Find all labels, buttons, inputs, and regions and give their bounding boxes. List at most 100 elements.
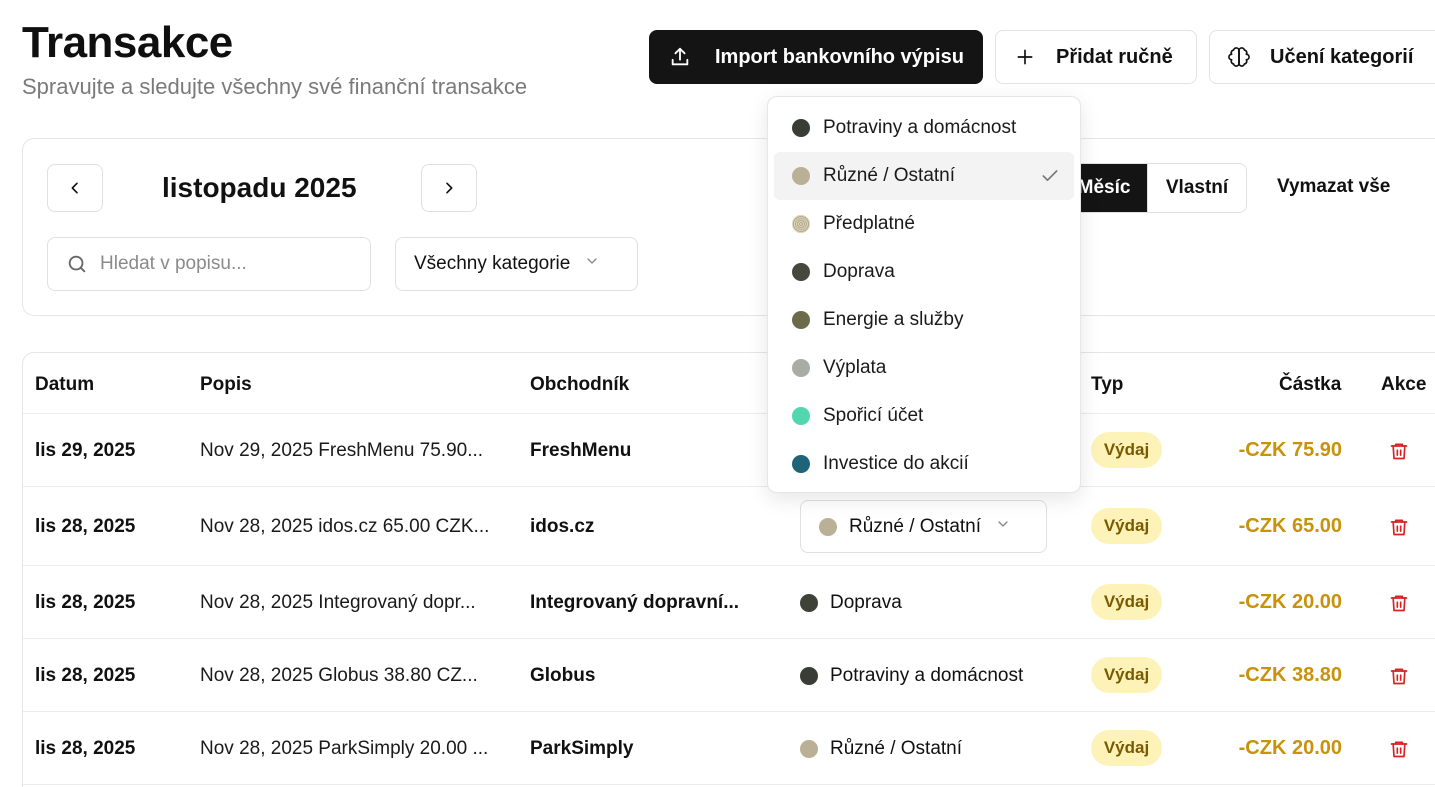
column-header-date[interactable]: Datum xyxy=(35,374,94,396)
row-description: Nov 29, 2025 FreshMenu 75.90... xyxy=(200,440,484,461)
row-category-value: Různé / Ostatní xyxy=(830,738,963,759)
page-subtitle: Spravujte a sledujte všechny své finančn… xyxy=(22,74,528,99)
menu-item-category[interactable]: Energie a služby xyxy=(774,296,1074,344)
row-amount: -CZK 65.00 xyxy=(1238,515,1342,537)
search-icon xyxy=(68,255,86,273)
trash-icon xyxy=(1390,519,1408,536)
menu-item-category[interactable]: Doprava xyxy=(774,248,1074,296)
clear-all-button[interactable]: Vymazat vše xyxy=(1277,176,1390,198)
trash-icon xyxy=(1390,741,1408,758)
menu-item-category[interactable]: Investice do akcií xyxy=(774,440,1074,488)
menu-item-category[interactable]: Potraviny a domácnost xyxy=(774,104,1074,152)
column-header-amount[interactable]: Částka xyxy=(1279,374,1341,396)
category-color-dot xyxy=(800,740,818,758)
import-statement-label: Import bankovního výpisu xyxy=(715,45,964,68)
category-filter-value: Všechny kategorie xyxy=(414,253,571,274)
type-badge: Výdaj xyxy=(1091,432,1162,468)
category-color-dot xyxy=(792,215,810,233)
import-statement-button[interactable]: Import bankovního výpisu xyxy=(649,30,983,84)
row-description: Nov 28, 2025 ParkSimply 20.00 ... xyxy=(200,738,489,759)
next-month-button[interactable] xyxy=(421,164,477,212)
search-input[interactable] xyxy=(100,253,340,275)
add-manually-label: Přidat ručně xyxy=(1056,45,1173,68)
category-filter-select[interactable]: Všechny kategorie xyxy=(395,237,638,291)
row-amount: -CZK 20.00 xyxy=(1238,591,1342,613)
date-range-toggle: Měsíc Vlastní xyxy=(1060,163,1247,213)
category-dropdown-menu: Potraviny a domácnost Různé / Ostatní Př… xyxy=(767,96,1081,493)
row-category[interactable]: Potraviny a domácnost xyxy=(800,665,1023,687)
current-month-label: listopadu 2025 xyxy=(162,172,357,203)
row-amount: -CZK 75.90 xyxy=(1238,439,1342,461)
menu-item-category[interactable]: Výplata xyxy=(774,344,1074,392)
delete-button[interactable] xyxy=(1388,591,1410,615)
category-color-dot xyxy=(800,667,818,685)
category-color-dot xyxy=(792,407,810,425)
row-date: lis 28, 2025 xyxy=(35,592,136,613)
menu-item-label: Energie a služby xyxy=(823,309,964,330)
category-color-dot xyxy=(792,359,810,377)
column-header-type[interactable]: Typ xyxy=(1091,374,1123,396)
delete-button[interactable] xyxy=(1388,737,1410,761)
category-color-dot xyxy=(792,263,810,281)
row-category[interactable]: Doprava xyxy=(800,592,902,614)
row-category-value: Potraviny a domácnost xyxy=(830,665,1024,686)
row-category-select[interactable]: Různé / Ostatní xyxy=(800,500,1047,553)
menu-item-label: Výplata xyxy=(823,357,887,378)
delete-button[interactable] xyxy=(1388,664,1410,688)
row-merchant: idos.cz xyxy=(530,516,595,537)
row-amount: -CZK 38.80 xyxy=(1238,664,1342,686)
trash-icon xyxy=(1390,443,1408,460)
transactions-table xyxy=(22,352,1435,787)
menu-item-label: Investice do akcií xyxy=(823,453,969,474)
previous-month-button[interactable] xyxy=(47,164,103,212)
type-badge: Výdaj xyxy=(1091,657,1162,693)
menu-item-label: Spořicí účet xyxy=(823,405,924,426)
type-badge: Výdaj xyxy=(1091,508,1162,544)
menu-item-category[interactable]: Různé / Ostatní xyxy=(774,152,1074,200)
type-badge: Výdaj xyxy=(1091,730,1162,766)
row-amount: -CZK 20.00 xyxy=(1238,737,1342,759)
type-badge: Výdaj xyxy=(1091,584,1162,620)
category-color-dot xyxy=(800,594,818,612)
chevron-left-icon xyxy=(71,182,78,194)
row-date: lis 29, 2025 xyxy=(35,440,136,461)
row-description: Nov 28, 2025 Integrovaný dopr... xyxy=(200,592,476,613)
menu-item-category[interactable]: Předplatné xyxy=(774,200,1074,248)
search-field[interactable] xyxy=(47,237,371,291)
row-divider xyxy=(23,711,1435,712)
column-header-merchant[interactable]: Obchodník xyxy=(530,374,629,396)
row-date: lis 28, 2025 xyxy=(35,738,136,759)
row-merchant: Globus xyxy=(530,665,596,686)
brain-icon xyxy=(1228,46,1250,68)
menu-item-label: Různé / Ostatní xyxy=(823,165,956,186)
row-divider xyxy=(23,413,1435,414)
page-title: Transakce xyxy=(22,18,233,67)
menu-item-category[interactable]: Spořicí účet xyxy=(774,392,1074,440)
add-manually-button[interactable]: Přidat ručně xyxy=(995,30,1197,84)
row-divider xyxy=(23,638,1435,639)
menu-item-label: Předplatné xyxy=(823,213,915,234)
row-category-value: Různé / Ostatní xyxy=(849,515,982,537)
segment-custom[interactable]: Vlastní xyxy=(1147,164,1246,212)
category-learning-button[interactable]: Učení kategorií xyxy=(1209,30,1435,84)
chevron-right-icon xyxy=(446,182,453,194)
check-icon xyxy=(1040,166,1060,192)
row-description: Nov 28, 2025 idos.cz 65.00 CZK... xyxy=(200,516,490,537)
plus-icon xyxy=(1014,46,1036,68)
column-header-actions: Akce xyxy=(1381,374,1427,395)
chevron-down-icon xyxy=(995,516,1011,538)
category-learning-label: Učení kategorií xyxy=(1270,45,1414,68)
delete-button[interactable] xyxy=(1388,515,1410,539)
category-color-dot xyxy=(792,119,810,137)
menu-item-label: Doprava xyxy=(823,261,895,282)
row-merchant: FreshMenu xyxy=(530,440,632,461)
menu-item-label: Potraviny a domácnost xyxy=(823,117,1017,138)
category-color-dot xyxy=(792,455,810,473)
upload-icon xyxy=(669,46,691,68)
row-category-value: Doprava xyxy=(830,592,902,613)
delete-button[interactable] xyxy=(1388,439,1410,463)
row-category[interactable]: Různé / Ostatní xyxy=(800,738,962,760)
trash-icon xyxy=(1390,595,1408,612)
column-header-description[interactable]: Popis xyxy=(200,374,252,396)
trash-icon xyxy=(1390,668,1408,685)
